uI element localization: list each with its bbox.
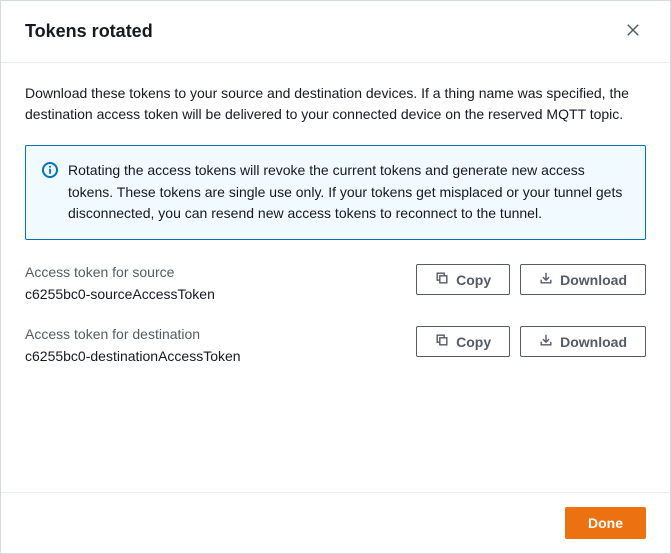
modal-footer: Done xyxy=(1,492,670,553)
close-icon xyxy=(624,21,642,42)
download-icon xyxy=(539,271,553,288)
info-alert: Rotating the access tokens will revoke t… xyxy=(25,145,646,240)
token-info-source: Access token for source c6255bc0-sourceA… xyxy=(25,264,400,302)
download-icon xyxy=(539,333,553,350)
token-value-destination: c6255bc0-destinationAccessToken xyxy=(25,348,400,364)
token-actions-destination: Copy Download xyxy=(416,326,646,357)
copy-destination-button[interactable]: Copy xyxy=(416,326,510,357)
copy-icon xyxy=(435,271,449,288)
download-source-button[interactable]: Download xyxy=(520,264,646,295)
download-label: Download xyxy=(560,272,627,288)
close-button[interactable] xyxy=(620,17,646,46)
modal-header: Tokens rotated xyxy=(1,1,670,63)
copy-label: Copy xyxy=(456,334,491,350)
done-button[interactable]: Done xyxy=(565,507,646,539)
copy-label: Copy xyxy=(456,272,491,288)
description-text: Download these tokens to your source and… xyxy=(25,83,646,125)
token-actions-source: Copy Download xyxy=(416,264,646,295)
modal-title: Tokens rotated xyxy=(25,21,153,42)
token-row-source: Access token for source c6255bc0-sourceA… xyxy=(25,264,646,302)
info-text: Rotating the access tokens will revoke t… xyxy=(68,160,629,225)
token-row-destination: Access token for destination c6255bc0-de… xyxy=(25,326,646,364)
info-icon xyxy=(42,160,58,225)
tokens-rotated-modal: Tokens rotated Download these tokens to … xyxy=(0,0,671,554)
download-destination-button[interactable]: Download xyxy=(520,326,646,357)
copy-icon xyxy=(435,333,449,350)
token-info-destination: Access token for destination c6255bc0-de… xyxy=(25,326,400,364)
copy-source-button[interactable]: Copy xyxy=(416,264,510,295)
token-value-source: c6255bc0-sourceAccessToken xyxy=(25,286,400,302)
modal-body: Download these tokens to your source and… xyxy=(1,63,670,492)
token-label-destination: Access token for destination xyxy=(25,326,400,342)
token-label-source: Access token for source xyxy=(25,264,400,280)
download-label: Download xyxy=(560,334,627,350)
